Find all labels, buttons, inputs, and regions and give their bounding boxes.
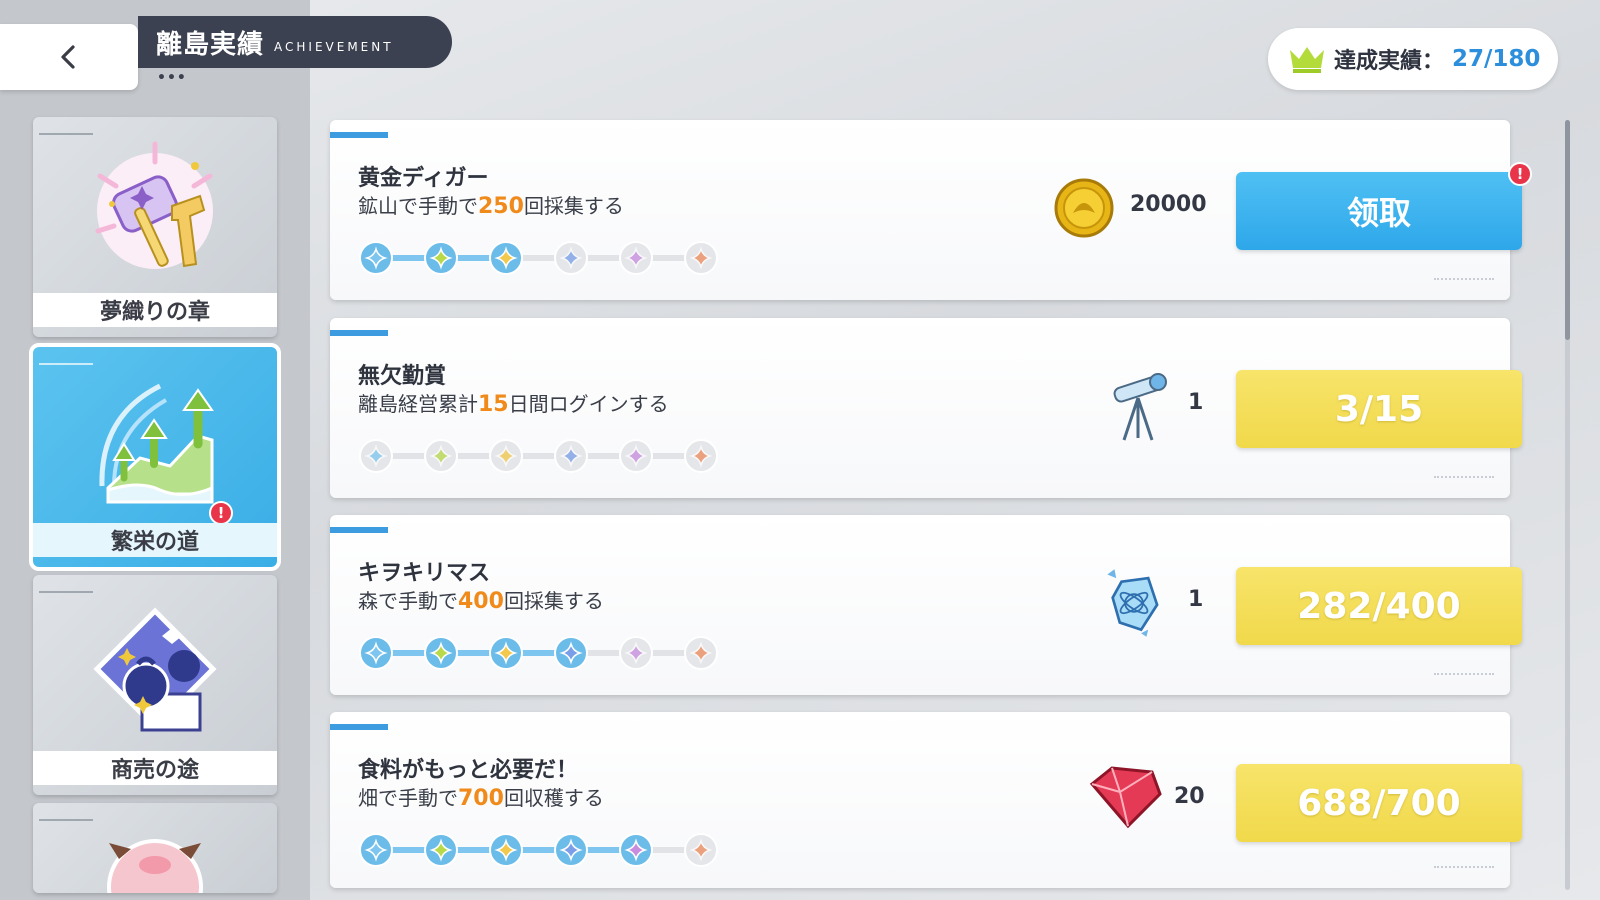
bag-icon bbox=[33, 589, 277, 749]
growth-arrows-icon bbox=[33, 361, 277, 521]
back-button[interactable] bbox=[0, 24, 138, 90]
row-strip bbox=[330, 724, 388, 730]
counter-label: 達成実績： bbox=[1334, 49, 1445, 74]
achievement-name: キヲキリマス bbox=[358, 561, 491, 586]
reward-quantity: 1 bbox=[1188, 587, 1204, 612]
reward-quantity: 20 bbox=[1174, 784, 1205, 809]
category-label: 商売の途 bbox=[33, 751, 277, 785]
star-node-empty bbox=[684, 833, 718, 867]
achievement-description: 離島経営累計15日間ログインする bbox=[358, 392, 669, 417]
star-node-filled bbox=[489, 241, 523, 275]
star-node-filled bbox=[554, 636, 588, 670]
achievement-name: 黄金ディガー bbox=[358, 166, 489, 191]
achievement-counter: 達成実績： 27/180 bbox=[1268, 28, 1558, 90]
category-card-prosperity[interactable]: ! 繁栄の道 bbox=[29, 343, 281, 571]
star-node-filled bbox=[619, 833, 653, 867]
star-node-empty bbox=[359, 439, 393, 473]
more-dots: ••• bbox=[157, 70, 187, 86]
achievement-row: キヲキリマス 森で手動で400回採集する 1 282/400 bbox=[330, 515, 1522, 695]
scrollbar-thumb[interactable] bbox=[1565, 120, 1570, 340]
achievement-name: 食料がもっと必要だ！ bbox=[358, 758, 579, 783]
achievement-description: 森で手動で400回採集する bbox=[358, 589, 604, 614]
achievement-description: 鉱山で手動で250回採集する bbox=[358, 194, 624, 219]
achievement-row: 食料がもっと必要だ！ 畑で手動で700回収穫する 20 688/700 bbox=[330, 712, 1522, 888]
achievement-description: 畑で手動で700回収穫する bbox=[358, 786, 604, 811]
star-node-empty bbox=[619, 439, 653, 473]
star-node-empty bbox=[619, 636, 653, 670]
star-node-filled bbox=[489, 636, 523, 670]
scrollbar[interactable] bbox=[1565, 120, 1570, 890]
category-card-4[interactable] bbox=[33, 803, 277, 893]
row-watermark bbox=[1434, 278, 1494, 286]
star-node-filled bbox=[424, 636, 458, 670]
star-node-empty bbox=[684, 439, 718, 473]
star-progress-track bbox=[359, 636, 718, 670]
ruby-gem-icon bbox=[1080, 762, 1164, 832]
row-strip bbox=[330, 132, 388, 138]
star-node-empty bbox=[684, 636, 718, 670]
progress-button[interactable]: 688/700 bbox=[1236, 764, 1522, 842]
row-strip bbox=[330, 330, 388, 336]
star-node-empty bbox=[619, 241, 653, 275]
category-card-dream-weaving[interactable]: 夢織りの章 bbox=[33, 117, 277, 337]
category-label: 繁栄の道 bbox=[33, 523, 277, 557]
progress-button[interactable]: 282/400 bbox=[1236, 567, 1522, 645]
star-node-filled bbox=[359, 636, 393, 670]
hammer-icon bbox=[33, 131, 277, 291]
star-progress-track bbox=[359, 439, 718, 473]
gold-coin-icon bbox=[1052, 176, 1116, 240]
row-watermark bbox=[1434, 673, 1494, 681]
progress-button[interactable]: 3/15 bbox=[1236, 370, 1522, 448]
star-node-filled bbox=[359, 241, 393, 275]
page-title: 離島実績 bbox=[156, 29, 265, 60]
achievement-row: 無欠勤賞 離島経営累計15日間ログインする 1 3/15 bbox=[330, 318, 1522, 498]
alert-badge: ! bbox=[209, 501, 233, 525]
star-progress-track bbox=[359, 833, 718, 867]
row-watermark bbox=[1434, 866, 1494, 874]
star-node-empty bbox=[489, 439, 523, 473]
category-card-commerce[interactable]: 商売の途 bbox=[33, 575, 277, 795]
category-label: 夢織りの章 bbox=[33, 293, 277, 327]
pig-icon bbox=[105, 825, 205, 893]
alert-badge: ! bbox=[1508, 162, 1532, 186]
star-node-empty bbox=[554, 439, 588, 473]
reward-quantity: 20000 bbox=[1130, 192, 1207, 217]
row-strip bbox=[330, 527, 388, 533]
chevron-left-icon bbox=[61, 45, 75, 69]
page-title-bar: 離島実績 ACHIEVEMENT bbox=[138, 16, 452, 68]
crown-icon bbox=[1290, 47, 1324, 73]
star-node-filled bbox=[424, 241, 458, 275]
claim-button[interactable]: 领取 bbox=[1236, 172, 1522, 250]
star-node-filled bbox=[424, 833, 458, 867]
star-node-filled bbox=[554, 833, 588, 867]
star-node-empty bbox=[554, 241, 588, 275]
counter-value: 27/180 bbox=[1452, 46, 1541, 72]
reward-quantity: 1 bbox=[1188, 390, 1204, 415]
category-sidebar: 夢織りの章 ! 繁栄の道 商売の途 bbox=[0, 0, 310, 900]
achievement-row: 黄金ディガー 鉱山で手動で250回採集する 20000 领取 ! bbox=[330, 120, 1532, 300]
star-progress-track bbox=[359, 241, 718, 275]
page-subtitle: ACHIEVEMENT bbox=[274, 40, 394, 54]
telescope-icon bbox=[1106, 368, 1170, 444]
crystal-icon bbox=[1102, 563, 1166, 643]
achievement-name: 無欠勤賞 bbox=[358, 364, 447, 389]
star-node-filled bbox=[359, 833, 393, 867]
star-node-empty bbox=[684, 241, 718, 275]
star-node-empty bbox=[424, 439, 458, 473]
row-watermark bbox=[1434, 476, 1494, 484]
card-tag bbox=[39, 815, 93, 821]
star-node-filled bbox=[489, 833, 523, 867]
